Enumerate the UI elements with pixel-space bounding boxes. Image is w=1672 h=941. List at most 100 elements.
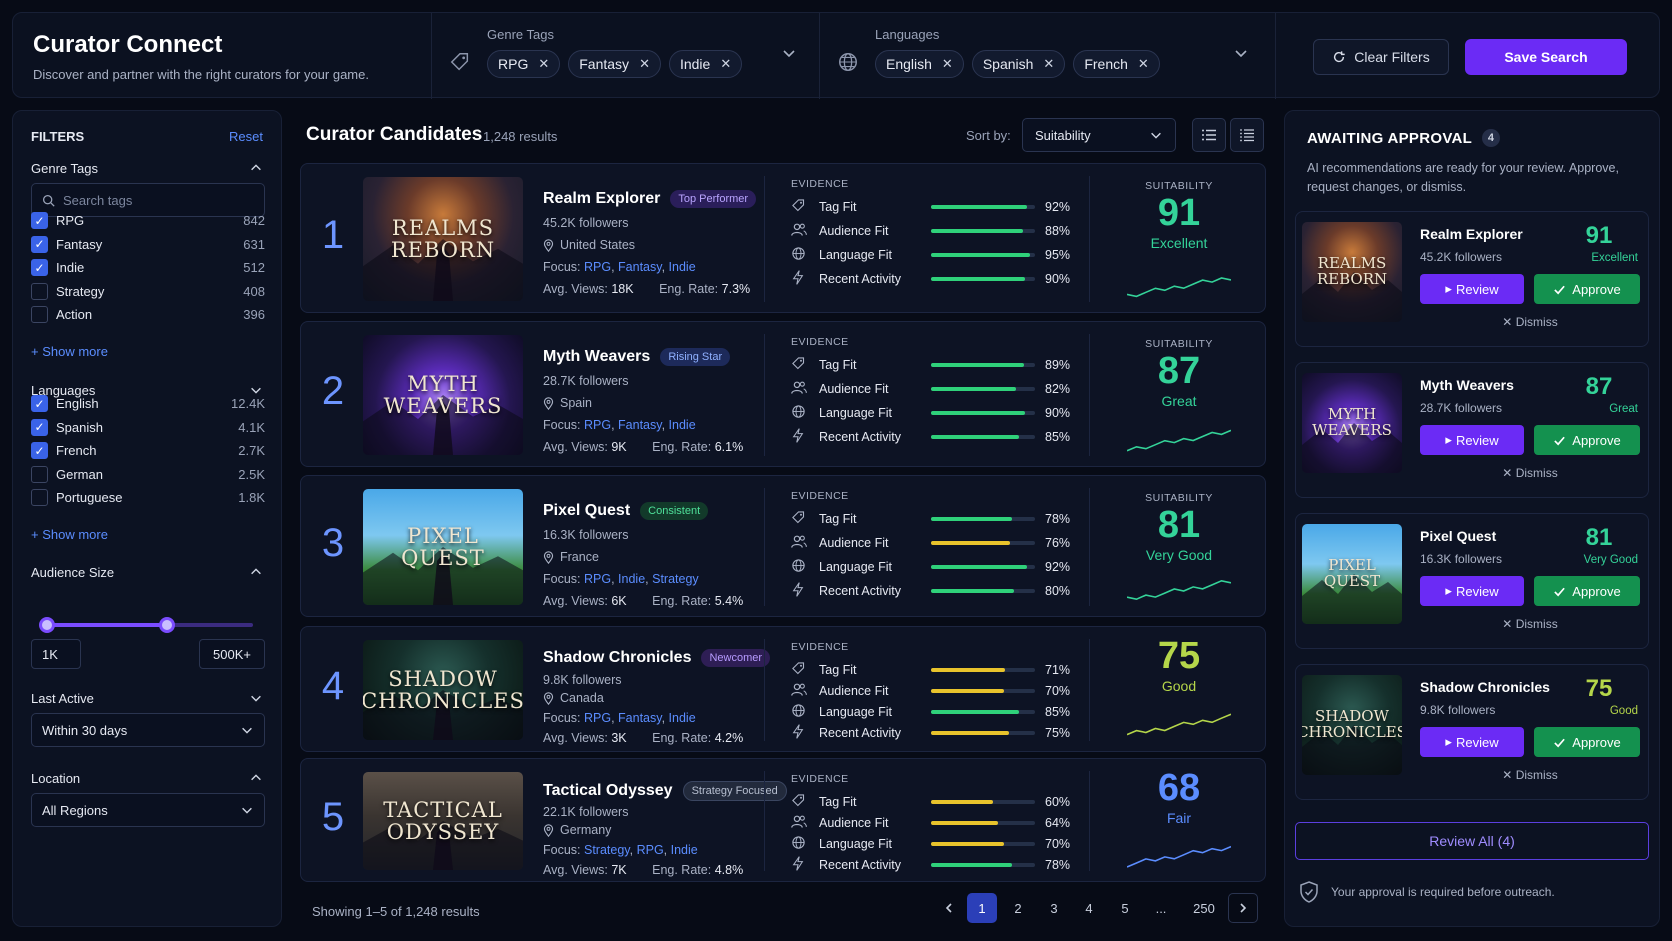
page-button-250[interactable]: 250	[1186, 893, 1222, 923]
audience-max-input[interactable]: 500K+	[199, 639, 265, 669]
focus-tag-link[interactable]: Indie	[669, 260, 696, 274]
curator-thumbnail[interactable]: SHADOW CHRONICLES	[363, 640, 523, 740]
focus-tag-link[interactable]: Indie	[671, 843, 698, 857]
clear-filters-button[interactable]: Clear Filters	[1313, 39, 1449, 75]
focus-tag-link[interactable]: Indie	[618, 572, 645, 586]
slider-max-handle[interactable]	[159, 617, 175, 633]
dismiss-button[interactable]: ✕ Dismiss	[1420, 768, 1640, 782]
genre-tags-section-header[interactable]: Genre Tags	[31, 161, 263, 176]
genre-checkbox-fantasy[interactable]: ✓ Fantasy 631	[31, 235, 265, 253]
compact-view-button[interactable]	[1230, 118, 1264, 152]
checkbox-checked-icon[interactable]: ✓	[31, 418, 48, 436]
page-button-1[interactable]: 1	[967, 893, 997, 923]
dismiss-button[interactable]: ✕ Dismiss	[1420, 466, 1640, 480]
last-active-select[interactable]: Within 30 days	[31, 713, 265, 747]
close-icon[interactable]: ✕	[1138, 56, 1149, 72]
genre-chip-rpg[interactable]: RPG ✕	[487, 50, 561, 78]
curator-card[interactable]: 4 SHADOW CHRONICLES Shadow Chronicles Ne…	[300, 626, 1266, 752]
approve-button[interactable]: Approve	[1534, 727, 1640, 757]
curator-card[interactable]: 1 REALMS REBORN Realm Explorer Top Perfo…	[300, 163, 1266, 313]
close-icon[interactable]: ✕	[538, 56, 549, 72]
close-icon[interactable]: ✕	[942, 56, 953, 72]
checkbox-empty-icon[interactable]	[31, 465, 48, 483]
audience-size-section-header[interactable]: Audience Size	[31, 565, 263, 580]
checkbox-checked-icon[interactable]: ✓	[31, 235, 48, 253]
language-chip-english[interactable]: English ✕	[875, 50, 964, 78]
languages-filter[interactable]: Languages English ✕ Spanish ✕ French ✕	[875, 27, 1160, 78]
chevron-down-icon[interactable]	[781, 45, 797, 64]
focus-tag-link[interactable]: Indie	[669, 418, 696, 432]
curator-name[interactable]: Tactical Odyssey	[543, 782, 673, 800]
review-all-button[interactable]: Review All (4)	[1295, 822, 1649, 860]
checkbox-checked-icon[interactable]: ✓	[31, 395, 48, 412]
last-active-section-header[interactable]: Last Active	[31, 691, 263, 706]
language-checkbox-spanish[interactable]: ✓ Spanish 4.1K	[31, 418, 265, 436]
focus-tag-link[interactable]: Fantasy	[618, 418, 662, 432]
language-chip-spanish[interactable]: Spanish ✕	[971, 50, 1066, 78]
curator-thumbnail[interactable]: TACTICAL ODYSSEY	[363, 772, 523, 870]
checkbox-empty-icon[interactable]	[31, 306, 48, 324]
checkbox-checked-icon[interactable]: ✓	[31, 442, 48, 460]
review-button[interactable]: ▸ Review	[1420, 727, 1524, 757]
curator-thumbnail[interactable]: REALMS REBORN	[363, 177, 523, 301]
slider-min-handle[interactable]	[39, 617, 55, 633]
checkbox-checked-icon[interactable]: ✓	[31, 259, 48, 277]
review-button[interactable]: ▸ Review	[1420, 576, 1524, 606]
page-button-4[interactable]: 4	[1074, 893, 1104, 923]
sort-select[interactable]: Suitability	[1022, 118, 1176, 152]
curator-thumbnail[interactable]: PIXEL QUEST	[363, 489, 523, 605]
language-show-more-link[interactable]: + Show more	[31, 527, 108, 542]
curator-card[interactable]: 3 PIXEL QUEST Pixel Quest Consistent 16.…	[300, 475, 1266, 617]
checkbox-empty-icon[interactable]	[31, 282, 48, 300]
approve-button[interactable]: Approve	[1534, 274, 1640, 304]
focus-tag-link[interactable]: RPG	[584, 260, 611, 274]
curator-card[interactable]: 5 TACTICAL ODYSSEY Tactical Odyssey Stra…	[300, 758, 1266, 882]
genre-checkbox-strategy[interactable]: Strategy 408	[31, 282, 265, 300]
checkbox-checked-icon[interactable]: ✓	[31, 212, 48, 229]
language-checkbox-english[interactable]: ✓ English 12.4K	[31, 395, 265, 412]
audience-min-input[interactable]: 1K	[31, 639, 81, 669]
dismiss-button[interactable]: ✕ Dismiss	[1420, 315, 1640, 329]
curator-thumbnail[interactable]: MYTH WEAVERS	[363, 335, 523, 455]
genre-chip-indie[interactable]: Indie ✕	[668, 50, 743, 78]
genre-checkbox-action[interactable]: Action 396	[31, 306, 265, 324]
review-button[interactable]: ▸ Review	[1420, 425, 1524, 455]
focus-tag-link[interactable]: Fantasy	[618, 260, 662, 274]
curator-name[interactable]: Myth Weavers	[543, 348, 650, 366]
curator-name[interactable]: Pixel Quest	[543, 502, 630, 520]
focus-tag-link[interactable]: Strategy	[584, 843, 630, 857]
reset-link[interactable]: Reset	[229, 129, 263, 144]
chevron-down-icon[interactable]	[1233, 45, 1249, 64]
language-checkbox-german[interactable]: German 2.5K	[31, 465, 265, 483]
focus-tag-link[interactable]: RPG	[584, 418, 611, 432]
genre-tags-filter[interactable]: Genre Tags RPG ✕ Fantasy ✕ Indie ✕	[487, 27, 743, 78]
audience-size-slider[interactable]	[47, 623, 253, 627]
page-button-5[interactable]: 5	[1110, 893, 1140, 923]
dismiss-button[interactable]: ✕ Dismiss	[1420, 617, 1640, 631]
next-page-button[interactable]	[1228, 893, 1258, 923]
genre-show-more-link[interactable]: + Show more	[31, 344, 108, 359]
approve-button[interactable]: Approve	[1534, 576, 1640, 606]
close-icon[interactable]: ✕	[1043, 56, 1054, 72]
focus-tag-link[interactable]: Fantasy	[618, 711, 662, 725]
review-button[interactable]: ▸ Review	[1420, 274, 1524, 304]
genre-checkbox-indie[interactable]: ✓ Indie 512	[31, 259, 265, 277]
save-search-button[interactable]: Save Search	[1465, 39, 1627, 75]
focus-tag-link[interactable]: RPG	[584, 572, 611, 586]
genre-checkbox-rpg[interactable]: ✓ RPG 842	[31, 212, 265, 229]
language-checkbox-french[interactable]: ✓ French 2.7K	[31, 442, 265, 460]
focus-tag-link[interactable]: RPG	[584, 711, 611, 725]
language-chip-french[interactable]: French ✕	[1073, 50, 1160, 78]
focus-tag-link[interactable]: Indie	[669, 711, 696, 725]
location-section-header[interactable]: Location	[31, 771, 263, 786]
genre-chip-fantasy[interactable]: Fantasy ✕	[568, 50, 661, 78]
curator-name[interactable]: Shadow Chronicles	[543, 649, 691, 667]
close-icon[interactable]: ✕	[720, 56, 731, 72]
language-checkbox-portuguese[interactable]: Portuguese 1.8K	[31, 489, 265, 507]
close-icon[interactable]: ✕	[639, 56, 650, 72]
approve-button[interactable]: Approve	[1534, 425, 1640, 455]
curator-card[interactable]: 2 MYTH WEAVERS Myth Weavers Rising Star …	[300, 321, 1266, 467]
page-button-2[interactable]: 2	[1003, 893, 1033, 923]
checkbox-empty-icon[interactable]	[31, 489, 48, 507]
focus-tag-link[interactable]: Strategy	[652, 572, 699, 586]
